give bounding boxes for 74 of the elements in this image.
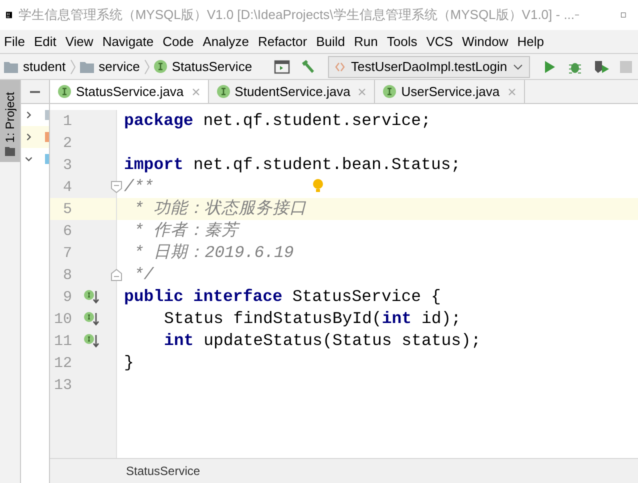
folder-icon <box>80 60 94 72</box>
separator-icon <box>70 58 76 74</box>
fold-icon[interactable] <box>111 269 122 281</box>
project-tool-button[interactable]: 1: Project <box>0 80 20 162</box>
implemented-marker-icon[interactable] <box>84 311 100 327</box>
window-title: 学生信息管理系统（MYSQL版）V1.0 [D:\IdeaProjects\学生信息管理系统（MYSQL版）V1.0] - ... <box>18 6 575 24</box>
menu-item[interactable]: Code <box>162 32 194 52</box>
breadcrumb-item[interactable]: StatusService <box>126 462 200 480</box>
line-number: 6 <box>62 224 72 238</box>
code-line: public interface StatusService { <box>124 288 441 306</box>
console-icon[interactable] <box>274 60 290 74</box>
line-number: 3 <box>62 158 72 172</box>
implemented-marker-icon[interactable] <box>84 289 100 305</box>
code-brackets-icon <box>335 62 345 72</box>
folder-icon <box>4 60 18 72</box>
line-number: 10 <box>52 312 72 326</box>
chevron-down-icon <box>513 64 524 70</box>
separator-icon <box>144 58 150 74</box>
fold-icon[interactable] <box>111 181 122 193</box>
menu-item[interactable]: Edit <box>34 32 56 52</box>
menu-item[interactable]: Run <box>354 32 378 52</box>
chevron-down-icon[interactable] <box>25 154 32 164</box>
line-number: 9 <box>62 290 72 304</box>
run-icon[interactable] <box>544 60 556 74</box>
breadcrumb-item[interactable]: StatusService <box>172 56 252 76</box>
interface-icon <box>154 60 167 73</box>
implemented-marker-icon[interactable] <box>84 333 100 349</box>
editor-tab[interactable]: StatusService.java <box>50 80 209 103</box>
code-line: package net.qf.student.service; <box>124 112 431 130</box>
lightbulb-icon[interactable] <box>313 179 323 193</box>
run-config-dropdown[interactable]: TestUserDaoImpl.testLogin <box>328 56 530 78</box>
code-line: int updateStatus(Status status); <box>164 332 481 350</box>
menu-item[interactable]: VCS <box>426 32 453 52</box>
menu-item[interactable]: Window <box>462 32 508 52</box>
coverage-icon[interactable] <box>594 58 610 74</box>
close-icon[interactable] <box>358 88 366 96</box>
line-number: 7 <box>62 246 72 260</box>
line-number: 12 <box>52 356 72 370</box>
code-line: /** <box>124 178 154 196</box>
code-line: Status findStatusById(int id); <box>164 310 462 328</box>
chevron-right-icon[interactable] <box>25 110 32 120</box>
menu-item[interactable]: Build <box>316 32 346 52</box>
code-line: */ <box>132 266 154 284</box>
code-line: import net.qf.student.bean.Status; <box>124 156 461 174</box>
chevron-right-icon[interactable] <box>25 132 32 142</box>
code-line: * 作者：秦芳 <box>132 222 239 240</box>
line-number: 1 <box>62 114 72 128</box>
line-number: 13 <box>52 378 72 392</box>
menu-item[interactable]: Analyze <box>202 32 249 52</box>
line-number: 5 <box>62 202 72 216</box>
menu-item[interactable]: Refactor <box>258 32 308 52</box>
close-icon[interactable] <box>508 88 516 96</box>
menu-item[interactable]: Tools <box>386 32 418 52</box>
line-number: 2 <box>62 136 72 150</box>
line-number: 8 <box>62 268 72 282</box>
editor-tab[interactable]: StudentService.java <box>208 80 376 103</box>
breadcrumb-item[interactable]: student <box>23 56 66 76</box>
interface-file-icon <box>216 85 230 98</box>
code-line: * 日期：2019.6.19 <box>132 244 294 262</box>
menu-item[interactable]: File <box>4 32 25 52</box>
line-number: 11 <box>52 334 72 348</box>
interface-file-icon <box>58 85 71 98</box>
close-icon[interactable] <box>192 88 200 96</box>
folder-icon <box>5 147 15 156</box>
code-line: * 功能：状态服务接口 <box>132 200 307 218</box>
menu-item[interactable]: Help <box>517 32 544 52</box>
code-line: } <box>124 354 134 372</box>
line-number: 4 <box>62 180 72 194</box>
breadcrumb-item[interactable]: service <box>98 56 140 76</box>
menu-item[interactable]: View <box>65 32 94 52</box>
menu-item[interactable]: Navigate <box>102 32 154 52</box>
minimize-icon[interactable] <box>30 90 40 92</box>
interface-file-icon <box>383 85 396 98</box>
hammer-icon[interactable] <box>300 58 316 74</box>
